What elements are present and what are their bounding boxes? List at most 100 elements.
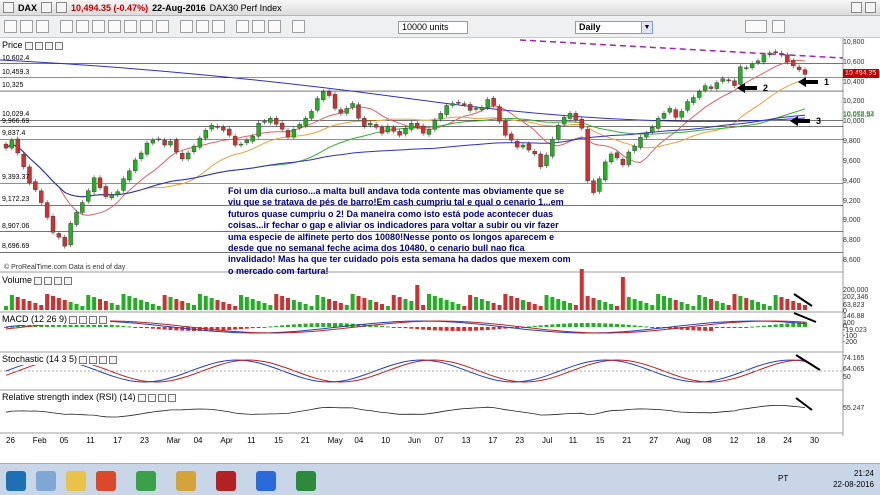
level-label: 10,602.4 [2, 54, 30, 62]
candle-body [726, 79, 731, 82]
candle-body [420, 125, 426, 134]
candle-body [444, 105, 449, 115]
candle-body [297, 124, 302, 129]
macd-histogram-bar [485, 327, 490, 331]
macd-histogram-bar [256, 327, 261, 328]
chat-icon[interactable] [136, 471, 156, 491]
chrome-icon[interactable] [176, 471, 196, 491]
candle-body [403, 128, 408, 135]
candle [50, 213, 56, 235]
volume-panel-label[interactable]: Volume [2, 275, 76, 286]
volume-bar [568, 303, 572, 310]
candle-body [409, 123, 414, 130]
candle-body [391, 127, 396, 132]
macd-histogram-bar [720, 327, 725, 328]
folder-icon[interactable] [66, 471, 86, 491]
ie-icon[interactable] [36, 471, 56, 491]
volume-bar [333, 301, 337, 310]
volume-bar [350, 294, 355, 310]
candle-body [603, 161, 608, 181]
skype-icon[interactable] [256, 471, 276, 491]
date-axis-label: 11 [568, 436, 578, 445]
language-indicator[interactable]: PT [778, 474, 788, 483]
macd-histogram-bar [791, 322, 796, 327]
candle-body [608, 153, 614, 163]
rsi-panel-label[interactable]: Relative strength index (RSI) (14) [2, 392, 179, 403]
candle-body [473, 108, 479, 110]
candle-body [773, 51, 778, 53]
volume-bar [509, 296, 514, 310]
candle-body [438, 113, 443, 120]
candle-body [56, 233, 62, 238]
level-label: 9,837.4 [2, 130, 26, 138]
volume-bar [521, 300, 525, 310]
volume-bar [503, 294, 508, 310]
macd-histogram-bar [732, 327, 737, 328]
volume-bar [444, 300, 449, 310]
candle [86, 188, 91, 204]
price-panel-label[interactable]: Price [2, 40, 66, 51]
volume-bar [497, 305, 502, 310]
date-axis-label: 08 [702, 436, 712, 445]
volume-bar [591, 298, 596, 310]
macd-histogram-bar [421, 327, 426, 330]
system-clock[interactable]: 21:24 22-08-2016 [833, 468, 874, 490]
mcafee-icon[interactable] [216, 471, 236, 491]
prorealtime-window: { "window":{"title":"DAX","change":"10,4… [0, 0, 880, 495]
candle-body [720, 78, 725, 82]
volume-bar [338, 303, 343, 310]
candle-body [68, 223, 73, 246]
macd-histogram-bar [409, 327, 414, 329]
volume-bar [297, 302, 302, 310]
macd-histogram-bar [262, 326, 267, 328]
media-icon[interactable] [96, 471, 116, 491]
candle-body [485, 99, 490, 108]
volume-bar [92, 297, 97, 310]
candle-body [597, 178, 602, 192]
candle-body [238, 143, 244, 146]
candle-body [514, 141, 520, 148]
volume-bar [544, 295, 549, 310]
volume-bar [779, 297, 784, 310]
volume-bar [215, 300, 220, 310]
volume-bar [615, 306, 619, 310]
macd-histogram-bar [556, 323, 561, 327]
candle-body [3, 143, 9, 149]
volume-bar [732, 294, 737, 310]
volume-bar [168, 297, 173, 310]
macd-histogram-bar [315, 323, 320, 327]
candle-body [744, 67, 749, 69]
macd-histogram-bar [620, 324, 625, 327]
candle [597, 176, 602, 194]
macd-histogram-bar [585, 323, 590, 327]
macd-histogram-bar [497, 327, 502, 330]
volume-bar [51, 296, 55, 310]
candle-body [373, 124, 379, 128]
macd-histogram-bar [239, 327, 243, 330]
price-axis-label: 10,200 [843, 98, 865, 106]
candle-body [315, 98, 320, 111]
macd-histogram-bar [650, 327, 655, 328]
candle-body [244, 139, 250, 144]
candle-body [620, 158, 626, 166]
date-axis-label: 23 [140, 436, 149, 445]
stochastic-panel-label[interactable]: Stochastic (14 3 5) [2, 354, 121, 365]
start-icon[interactable] [6, 471, 26, 491]
volume-bar [291, 300, 296, 310]
macd-histogram-bar [726, 327, 731, 328]
prorealtime-icon[interactable] [296, 471, 316, 491]
volume-bar [397, 297, 402, 310]
candle-body [456, 102, 461, 104]
candle-body [180, 152, 185, 160]
macd-histogram-bar [562, 323, 567, 327]
candle-body [802, 69, 808, 75]
candle-body [80, 202, 85, 213]
macd-histogram-bar [767, 325, 772, 327]
candle [133, 157, 138, 174]
candle-body [426, 129, 432, 135]
volume-bar [579, 269, 584, 310]
macd-panel-label[interactable]: MACD (12 26 9) [2, 314, 111, 325]
macd-histogram-bar [597, 323, 602, 327]
candle-body [450, 103, 455, 106]
volume-bar [644, 303, 649, 310]
